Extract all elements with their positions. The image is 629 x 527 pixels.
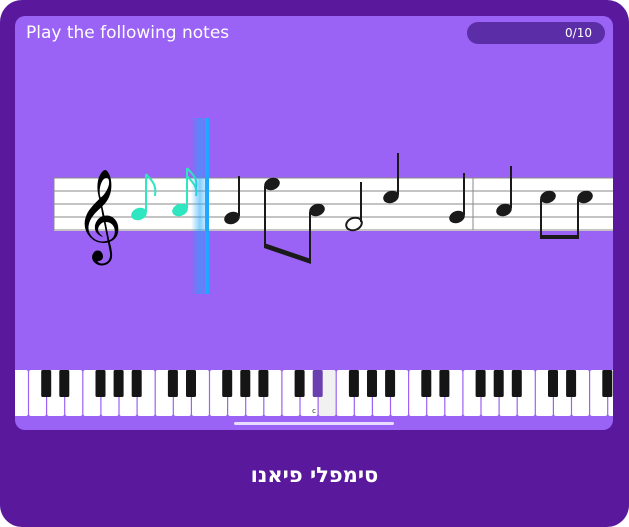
app-frame: Play the following notes 0/10 𝄞 c סימפלי… (0, 0, 629, 527)
black-key[interactable] (294, 370, 305, 397)
black-key[interactable] (95, 370, 106, 397)
home-indicator[interactable] (234, 422, 394, 425)
playhead-glow (191, 118, 207, 294)
black-key[interactable] (312, 370, 323, 397)
game-screen: Play the following notes 0/10 𝄞 c (15, 16, 613, 430)
black-key[interactable] (186, 370, 196, 397)
black-key[interactable] (493, 370, 504, 397)
black-key[interactable] (258, 370, 269, 397)
black-key[interactable] (113, 370, 124, 397)
app-name: סימפלי פיאנו (250, 463, 379, 487)
black-key[interactable] (222, 370, 233, 397)
black-key[interactable] (167, 370, 178, 397)
black-key[interactable] (421, 370, 432, 397)
black-key[interactable] (367, 370, 377, 397)
black-key[interactable] (439, 370, 450, 397)
black-key[interactable] (548, 370, 558, 397)
black-key[interactable] (131, 370, 142, 397)
middle-c-label: c (312, 407, 316, 415)
black-key[interactable] (602, 370, 613, 397)
black-key[interactable] (475, 370, 486, 397)
piano-keyboard[interactable]: c (15, 370, 613, 416)
playhead-cursor (205, 118, 209, 294)
black-key[interactable] (41, 370, 52, 397)
black-key[interactable] (348, 370, 359, 397)
black-key[interactable] (59, 370, 70, 397)
treble-clef-icon: 𝄞 (75, 168, 122, 265)
music-staff: 𝄞 (53, 118, 613, 294)
black-key[interactable] (566, 370, 577, 397)
white-key[interactable] (15, 370, 28, 416)
black-key[interactable] (240, 370, 251, 397)
black-key[interactable] (511, 370, 522, 397)
black-key[interactable] (385, 370, 396, 397)
